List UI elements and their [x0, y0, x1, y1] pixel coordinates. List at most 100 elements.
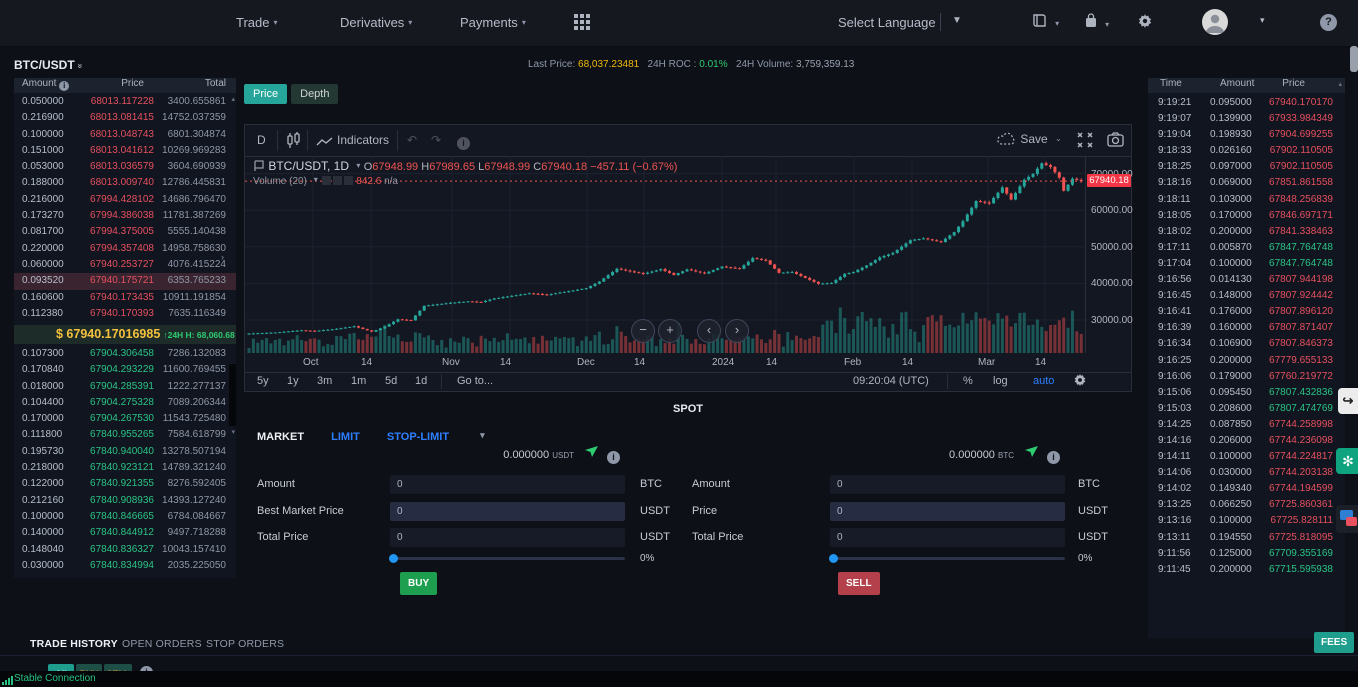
range-1d[interactable]: 1d	[415, 375, 427, 387]
order-book-row[interactable]: 0.21216067840.90893614393.127240	[14, 493, 236, 509]
trade-history-row[interactable]: 9:13:160.10000067725.828111	[1148, 513, 1345, 529]
order-book-row[interactable]: 0.01800067904.2853911222.277137	[14, 379, 236, 395]
indicators-zigzag-icon[interactable]	[316, 136, 334, 150]
order-book-row[interactable]: 0.21800067840.92312114789.321240	[14, 460, 236, 476]
order-book-scrollbar[interactable]	[229, 364, 236, 426]
trade-history-row[interactable]: 9:16:390.16000067807.871407	[1148, 320, 1345, 336]
order-book-row[interactable]: 0.10730067904.3064587286.132083	[14, 346, 236, 362]
trade-history-row[interactable]: 9:18:330.02616067902.110505	[1148, 143, 1345, 159]
apps-grid-icon[interactable]	[574, 14, 592, 32]
trade-history-row[interactable]: 9:19:210.09500067940.170170	[1148, 95, 1345, 111]
orders-book-icon[interactable]: ▾	[1032, 13, 1059, 31]
tab-open-orders[interactable]: OPEN ORDERS	[122, 638, 202, 650]
order-book-row[interactable]: 0.17000067904.26753011543.725480	[14, 411, 236, 427]
nav-derivatives[interactable]: Derivatives▾	[340, 15, 412, 30]
order-book-row[interactable]: 0.11238067940.1703937635.116349	[14, 306, 236, 322]
current-price-row[interactable]: $ 67940.17016985 ↑24H H: 68,060.68	[14, 325, 236, 344]
price-axis[interactable]: 67940.18 70000.0060000.0050000.0040000.0…	[1085, 156, 1132, 353]
order-book-row[interactable]: 0.10000068013.0487436801.304874	[14, 127, 236, 143]
trade-history-row[interactable]: 9:17:040.10000067847.764748	[1148, 256, 1345, 272]
trade-history-row[interactable]: 9:18:050.17000067846.697171	[1148, 208, 1345, 224]
order-book-row[interactable]: 0.21690068013.08141514752.037359	[14, 110, 236, 126]
interval-button[interactable]: D	[257, 133, 266, 147]
order-book-row[interactable]: 0.05000068013.1172283400.655861	[14, 94, 236, 110]
chat-overlay-icon[interactable]	[1336, 505, 1358, 533]
log-scale-button[interactable]: log	[993, 375, 1008, 387]
order-book-row[interactable]: 0.18800068013.00974012786.445831	[14, 175, 236, 191]
pair-selector[interactable]: BTC/USDT»	[14, 58, 83, 72]
zoom-in-icon[interactable]: +	[658, 319, 682, 343]
page-scrollbar-thumb[interactable]	[1350, 46, 1358, 72]
tab-depth[interactable]: Depth	[291, 84, 338, 104]
buy-price-input[interactable]	[390, 502, 625, 521]
buy-amount-slider[interactable]	[390, 557, 625, 560]
order-book-row[interactable]: 0.16060067940.17343510911.191854	[14, 290, 236, 306]
tab-price[interactable]: Price	[244, 84, 287, 104]
trade-history-row[interactable]: 9:11:560.12500067709.355169	[1148, 546, 1345, 562]
order-book-row[interactable]: 0.11180067840.9552657584.618799	[14, 427, 236, 443]
order-book-row[interactable]: 0.03000067840.8349942035.225050	[14, 558, 236, 574]
order-book-row[interactable]: 0.22000067994.35740814958.758630	[14, 241, 236, 257]
auto-scale-button[interactable]: auto	[1033, 375, 1054, 387]
order-book-row[interactable]: 0.15100068013.04161210269.969283	[14, 143, 236, 159]
transfer-icon[interactable]	[1024, 445, 1039, 461]
indicators-button[interactable]: Indicators	[337, 133, 389, 147]
order-book-row[interactable]: 0.10440067904.2753287089.206344	[14, 395, 236, 411]
chart-plot-area[interactable]: BTC/USDT, 1D ▾ O67948.99 H67989.65 L6794…	[245, 156, 1085, 353]
assistant-overlay-icon[interactable]: ✻	[1336, 448, 1358, 474]
trade-history-row[interactable]: 9:18:020.20000067841.338463	[1148, 224, 1345, 240]
redo-icon[interactable]: ↷	[431, 133, 441, 147]
range-5d[interactable]: 5d	[385, 375, 397, 387]
trade-history-row[interactable]: 9:14:060.03000067744.203138	[1148, 465, 1345, 481]
trade-history-row[interactable]: 9:13:110.19455067725.818095	[1148, 530, 1345, 546]
range-1y[interactable]: 1y	[287, 375, 299, 387]
scroll-right-icon[interactable]: ›	[725, 319, 749, 343]
trade-history-row[interactable]: 9:17:110.00587067847.764748	[1148, 240, 1345, 256]
buy-total-input[interactable]	[390, 528, 625, 547]
trade-history-row[interactable]: 9:15:060.09545067807.432836	[1148, 385, 1345, 401]
scroll-down-icon[interactable]: ▾	[231, 428, 235, 436]
trade-history-row[interactable]: 9:16:250.20000067779.655133	[1148, 353, 1345, 369]
sell-total-input[interactable]	[830, 528, 1065, 547]
trade-history-row[interactable]: 9:14:160.20600067744.236098	[1148, 433, 1345, 449]
tab-stop-limit[interactable]: STOP-LIMIT	[387, 431, 449, 443]
percent-scale-button[interactable]: %	[963, 375, 973, 387]
zoom-out-icon[interactable]: −	[631, 319, 655, 343]
share-overlay-icon[interactable]: ↪	[1338, 388, 1358, 414]
order-book-row[interactable]: 0.06000067940.2537274076.415224	[14, 257, 236, 273]
goto-button[interactable]: Go to...	[457, 375, 493, 387]
trade-history-row[interactable]: 9:15:030.20860067807.474769	[1148, 401, 1345, 417]
tab-market[interactable]: MARKET	[257, 431, 304, 443]
wallet-bag-icon[interactable]: ▾	[1084, 13, 1109, 32]
tab-stop-orders[interactable]: STOP ORDERS	[206, 638, 284, 650]
trade-history-row[interactable]: 9:19:070.13990067933.984349	[1148, 111, 1345, 127]
nav-trade[interactable]: Trade▾	[236, 15, 278, 30]
volume-indicator-label[interactable]: Volume (20)	[253, 176, 307, 187]
scroll-left-icon[interactable]: ‹	[697, 319, 721, 343]
buy-button[interactable]: BUY	[400, 572, 437, 595]
range-1m[interactable]: 1m	[351, 375, 366, 387]
indicator-controls-icons[interactable]	[321, 176, 354, 187]
info-icon[interactable]: i	[1047, 451, 1060, 464]
order-book-row[interactable]: 0.19573067840.94004013278.507194	[14, 444, 236, 460]
account-dropdown-icon[interactable]: ▾	[1260, 15, 1265, 26]
trade-history-row[interactable]: 9:18:250.09700067902.110505	[1148, 159, 1345, 175]
axis-settings-gear-icon[interactable]	[1073, 373, 1087, 390]
fullscreen-icon[interactable]	[1077, 132, 1093, 151]
order-book-row[interactable]: 0.10000067840.8466656784.084667	[14, 509, 236, 525]
language-dropdown-icon[interactable]: ▼	[952, 15, 962, 26]
trade-history-row[interactable]: 9:14:020.14934067744.194599	[1148, 481, 1345, 497]
order-book-row[interactable]: 0.21600067994.42810214686.796470	[14, 192, 236, 208]
sell-amount-input[interactable]	[830, 475, 1065, 494]
trade-history-row[interactable]: 9:18:160.06900067851.861558	[1148, 175, 1345, 191]
order-book-row[interactable]: 0.12200067840.9213558276.592405	[14, 476, 236, 492]
clock-utc[interactable]: 09:20:04 (UTC)	[853, 375, 929, 387]
tab-trade-history[interactable]: TRADE HISTORY	[30, 638, 118, 650]
trade-history-row[interactable]: 9:16:060.17900067760.219772	[1148, 369, 1345, 385]
order-book-row[interactable]: 0.14000067840.8449129497.718288	[14, 525, 236, 541]
order-book-row[interactable]: 0.17327067994.38603811781.387269	[14, 208, 236, 224]
trade-history-row[interactable]: 9:16:340.10690067807.846373	[1148, 336, 1345, 352]
trade-history-row[interactable]: 9:16:410.17600067807.896120	[1148, 304, 1345, 320]
trade-history-row[interactable]: 9:16:450.14800067807.924442	[1148, 288, 1345, 304]
sell-button[interactable]: SELL	[838, 572, 880, 595]
